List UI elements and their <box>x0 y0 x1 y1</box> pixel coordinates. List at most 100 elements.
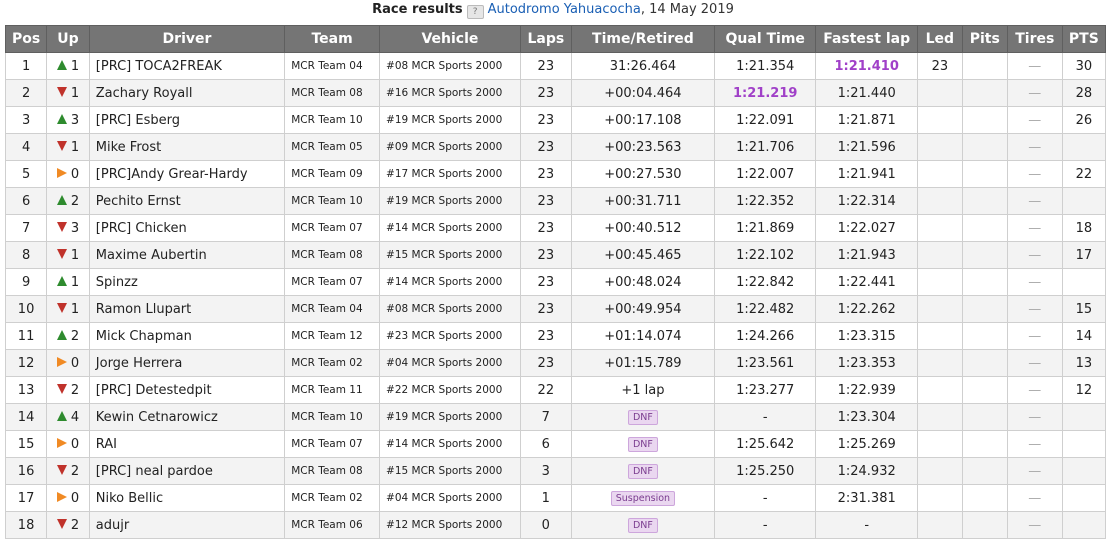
laps-cell: 23 <box>519 214 572 242</box>
header-pos[interactable]: Pos <box>4 25 48 53</box>
header-laps[interactable]: Laps <box>519 25 572 53</box>
team-cell: MCR Team 02 <box>284 484 381 512</box>
pos-cell: 13 <box>4 376 48 404</box>
info-icon[interactable]: ? <box>466 5 484 19</box>
time-retired-cell: DNF <box>570 457 715 485</box>
led-cell <box>916 457 963 485</box>
track-link[interactable]: Autodromo Yahuacocha <box>488 2 641 17</box>
table-row: 13 2 [PRC] Detestedpit MCR Team 11 #22 MCR S… <box>4 376 1106 404</box>
laps-cell: 7 <box>519 403 572 431</box>
qual-time-cell: 1:23.277 <box>713 376 817 404</box>
positions-gained-cell: 1 <box>46 268 90 296</box>
time-retired-cell: +00:23.563 <box>570 133 715 161</box>
led-cell <box>916 214 963 242</box>
driver-cell: [PRC] Esberg <box>88 106 286 134</box>
positions-gained-cell: 0 <box>46 484 90 512</box>
driver-cell: [PRC]Andy Grear-Hardy <box>88 160 286 188</box>
time-retired-cell: +00:48.024 <box>570 268 715 296</box>
qual-time-cell: 1:22.482 <box>713 295 817 323</box>
race-date: , 14 May 2019 <box>640 2 734 17</box>
header-driver[interactable]: Driver <box>88 25 286 53</box>
header-team[interactable]: Team <box>284 25 381 53</box>
tires-cell: — <box>1006 322 1063 350</box>
qual-time-cell: 1:23.561 <box>713 349 817 377</box>
pos-cell: 14 <box>4 403 48 431</box>
table-row: 17 0 Niko Bellic MCR Team 02 #04 MCR Sports … <box>4 484 1106 512</box>
positions-gained-value: 2 <box>70 382 80 398</box>
time-retired-cell: +01:15.789 <box>570 349 715 377</box>
positions-gained-value: 0 <box>70 166 80 182</box>
tires-cell: — <box>1006 133 1063 161</box>
arrow-down-icon <box>56 383 67 394</box>
pits-cell <box>961 295 1008 323</box>
team-cell: MCR Team 10 <box>284 187 381 215</box>
pits-cell <box>961 214 1008 242</box>
pts-cell: 26 <box>1061 106 1106 134</box>
vehicle-cell: #04 MCR Sports 2000 <box>379 484 521 512</box>
header-fastest-lap[interactable]: Fastest lap <box>815 25 918 53</box>
vehicle-cell: #19 MCR Sports 2000 <box>379 187 521 215</box>
header-up[interactable]: Up <box>46 25 90 53</box>
team-cell: MCR Team 08 <box>284 457 381 485</box>
team-cell: MCR Team 07 <box>284 430 381 458</box>
table-row: 14 4 Kewin Cetnarowicz MCR Team 10 #19 MCR S… <box>4 403 1106 431</box>
qual-time-cell: 1:22.352 <box>713 187 817 215</box>
led-cell <box>916 349 963 377</box>
led-cell <box>916 79 963 107</box>
arrow-right-icon <box>56 356 67 367</box>
positions-gained-value: 1 <box>70 139 80 155</box>
header-led[interactable]: Led <box>916 25 963 53</box>
tires-cell: — <box>1006 430 1063 458</box>
fastest-lap-cell: 1:21.941 <box>815 160 918 188</box>
positions-gained-cell: 0 <box>46 349 90 377</box>
positions-gained-value: 2 <box>70 463 80 479</box>
status-badge: DNF <box>627 410 658 425</box>
driver-cell: Maxime Aubertin <box>88 241 286 269</box>
header-pits[interactable]: Pits <box>961 25 1008 53</box>
arrow-up-icon <box>56 59 67 70</box>
pos-cell: 5 <box>4 160 48 188</box>
qual-time-cell: 1:25.642 <box>713 430 817 458</box>
positions-gained-cell: 3 <box>46 214 90 242</box>
tires-cell: — <box>1006 241 1063 269</box>
pts-cell <box>1061 511 1106 539</box>
table-row: 4 1 Mike Frost MCR Team 05 #09 MCR Sports 20… <box>4 133 1106 161</box>
positions-gained-value: 3 <box>70 220 80 236</box>
header-vehicle[interactable]: Vehicle <box>379 25 521 53</box>
positions-gained-value: 2 <box>70 328 80 344</box>
header-qual-time[interactable]: Qual Time <box>713 25 817 53</box>
pts-cell <box>1061 484 1106 512</box>
pits-cell <box>961 160 1008 188</box>
team-cell: MCR Team 07 <box>284 214 381 242</box>
driver-cell: Zachary Royall <box>88 79 286 107</box>
header-pts[interactable]: PTS <box>1061 25 1106 53</box>
positions-gained-cell: 0 <box>46 430 90 458</box>
positions-gained-value: 3 <box>70 112 80 128</box>
fastest-lap-cell: - <box>815 511 918 539</box>
tires-cell: — <box>1006 268 1063 296</box>
pits-cell <box>961 52 1008 80</box>
vehicle-cell: #19 MCR Sports 2000 <box>379 403 521 431</box>
vehicle-cell: #09 MCR Sports 2000 <box>379 133 521 161</box>
arrow-up-icon <box>56 410 67 421</box>
laps-cell: 23 <box>519 241 572 269</box>
fastest-lap-cell: 1:22.027 <box>815 214 918 242</box>
positions-gained-value: 2 <box>70 193 80 209</box>
pts-cell: 18 <box>1061 214 1106 242</box>
positions-gained-value: 0 <box>70 436 80 452</box>
table-row: 5 0 [PRC]Andy Grear-Hardy MCR Team 09 #17 MC… <box>4 160 1106 188</box>
qual-time-cell: 1:22.842 <box>713 268 817 296</box>
arrow-down-icon <box>56 464 67 475</box>
pos-cell: 12 <box>4 349 48 377</box>
pits-cell <box>961 349 1008 377</box>
table-row: 3 3 [PRC] Esberg MCR Team 10 #19 MCR Sports … <box>4 106 1106 134</box>
positions-gained-value: 4 <box>70 409 80 425</box>
laps-cell: 3 <box>519 457 572 485</box>
fastest-lap-cell: 1:23.304 <box>815 403 918 431</box>
qual-time-cell: 1:24.266 <box>713 322 817 350</box>
header-tires[interactable]: Tires <box>1006 25 1063 53</box>
team-cell: MCR Team 02 <box>284 349 381 377</box>
vehicle-cell: #14 MCR Sports 2000 <box>379 430 521 458</box>
table-row: 2 1 Zachary Royall MCR Team 08 #16 MCR Sport… <box>4 79 1106 107</box>
header-time-retired[interactable]: Time/Retired <box>570 25 715 53</box>
